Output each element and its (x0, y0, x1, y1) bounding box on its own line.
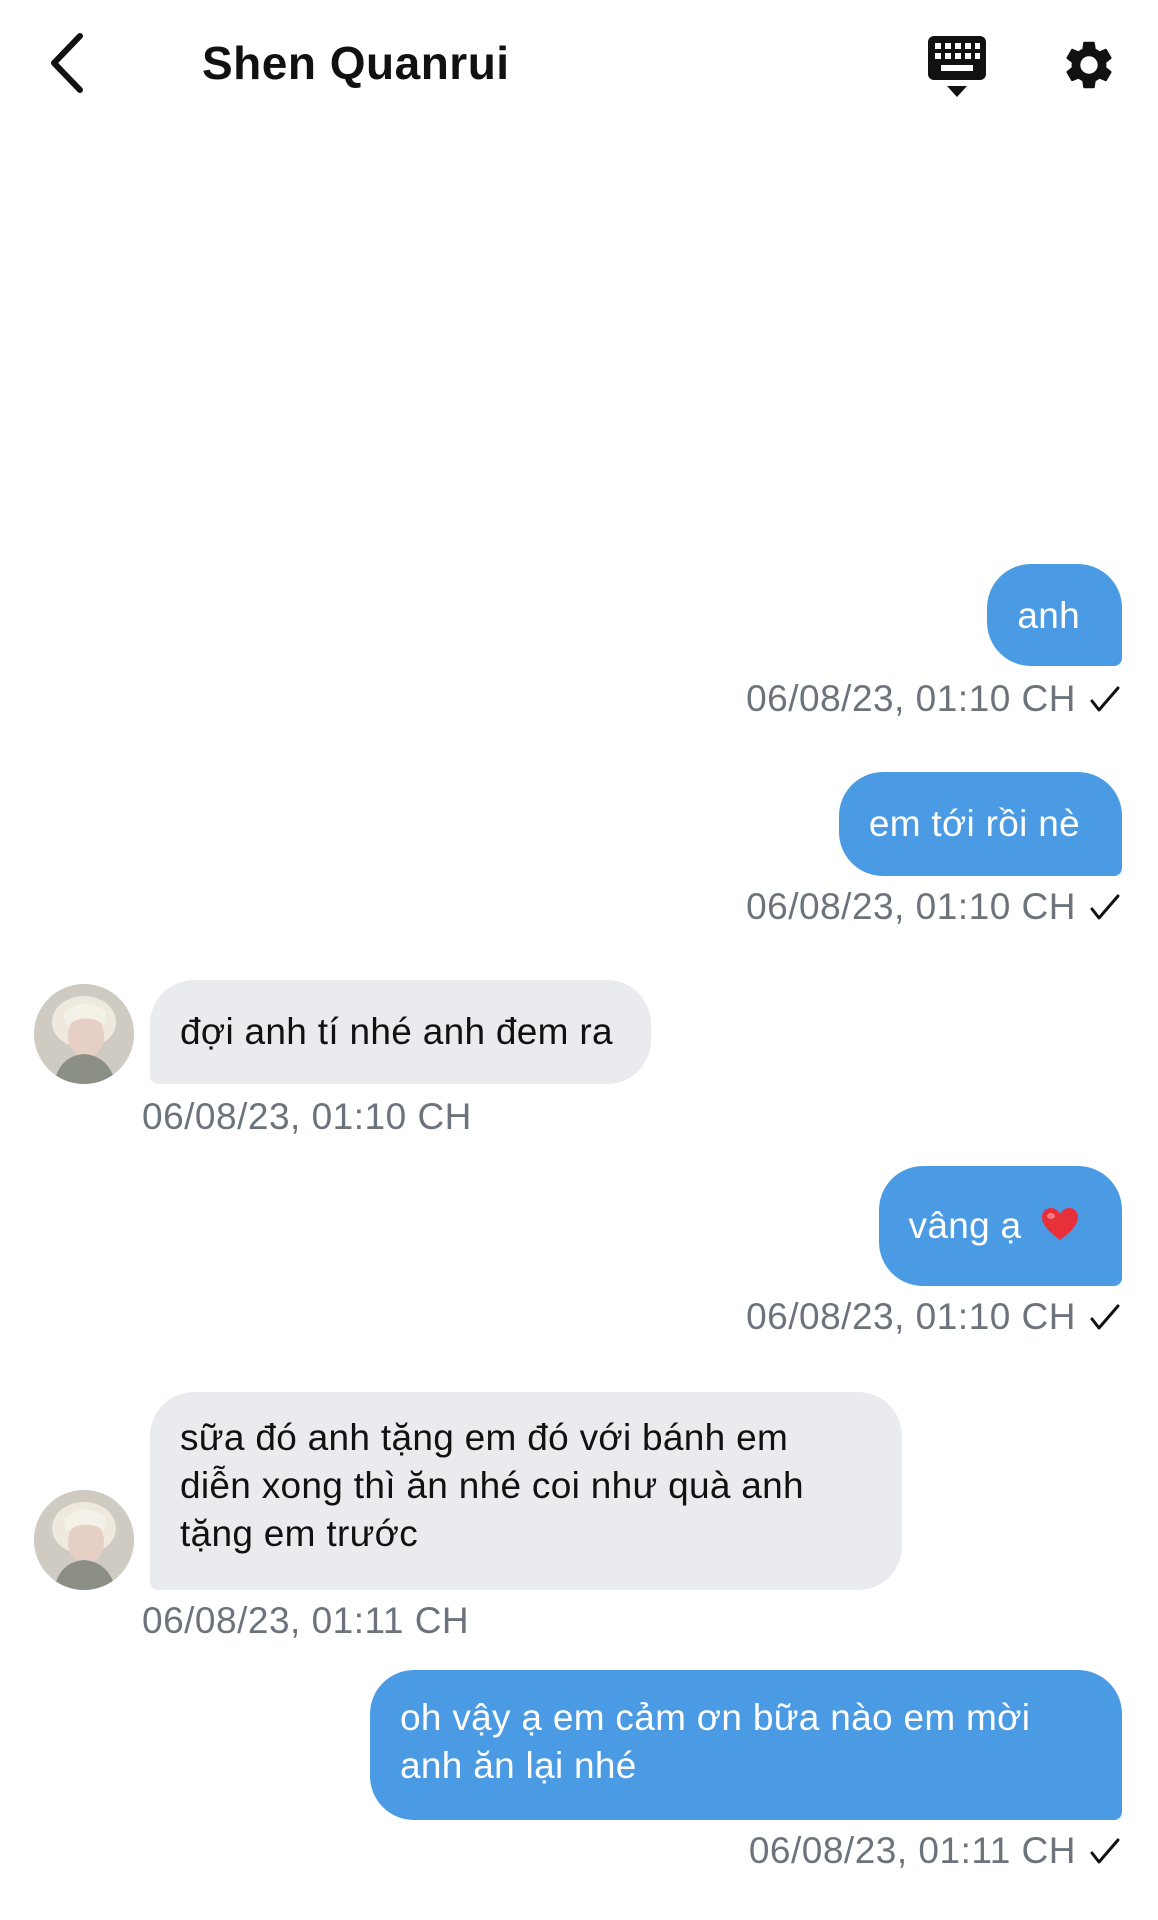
message-timestamp: 06/08/23, 01:10 CH (746, 678, 1122, 720)
checkmark-icon (1090, 894, 1120, 920)
message-timestamp: 06/08/23, 01:11 CH (142, 1600, 469, 1642)
message-text: vâng ạ (908, 1205, 1022, 1246)
settings-button[interactable] (1058, 34, 1120, 96)
message-text: em tới rồi nè (868, 803, 1080, 844)
message-bubble-outgoing[interactable]: anh (987, 564, 1122, 666)
message-bubble-outgoing[interactable]: oh vậy ạ em cảm ơn bữa nào em mời anh ăn… (370, 1670, 1122, 1820)
message-text: anh (1017, 595, 1080, 636)
checkmark-icon (1090, 1838, 1120, 1864)
message-bubble-outgoing[interactable]: vâng ạ (878, 1166, 1122, 1286)
message-text: sữa đó anh tặng em đó với bánh em diễn x… (180, 1417, 804, 1554)
message-text: đợi anh tí nhé anh đem ra (180, 1011, 613, 1052)
avatar-image (34, 984, 134, 1084)
message-timestamp: 06/08/23, 01:10 CH (746, 886, 1122, 928)
message-timestamp: 06/08/23, 01:10 CH (746, 1296, 1122, 1338)
message-bubble-outgoing[interactable]: em tới rồi nè (838, 772, 1122, 876)
timestamp-text: 06/08/23, 01:10 CH (142, 1096, 472, 1137)
checkmark-icon (1090, 1304, 1120, 1330)
timestamp-text: 06/08/23, 01:10 CH (746, 678, 1076, 719)
conversation-title: Shen Quanrui (202, 37, 510, 89)
message-bubble-incoming[interactable]: đợi anh tí nhé anh đem ra (150, 980, 651, 1084)
timestamp-text: 06/08/23, 01:10 CH (746, 886, 1076, 927)
heart-icon (1042, 1208, 1078, 1240)
message-text: oh vậy ạ em cảm ơn bữa nào em mời anh ăn… (400, 1697, 1031, 1786)
message-timestamp: 06/08/23, 01:11 CH (749, 1830, 1122, 1872)
gear-icon (1066, 41, 1112, 89)
timestamp-text: 06/08/23, 01:10 CH (746, 1296, 1076, 1337)
message-timestamp: 06/08/23, 01:10 CH (142, 1096, 472, 1138)
keyboard-icon (928, 36, 986, 97)
avatar-image (34, 1490, 134, 1590)
timestamp-text: 06/08/23, 01:11 CH (142, 1600, 470, 1641)
chevron-left-icon (51, 33, 83, 93)
back-button[interactable] (36, 28, 96, 98)
avatar[interactable] (34, 984, 134, 1084)
keyboard-toggle-button[interactable] (924, 32, 990, 102)
avatar[interactable] (34, 1490, 134, 1590)
chat-header: Shen Quanrui (0, 0, 1158, 130)
timestamp-text: 06/08/23, 01:11 CH (748, 1830, 1076, 1871)
checkmark-icon (1090, 686, 1120, 712)
message-bubble-incoming[interactable]: sữa đó anh tặng em đó với bánh em diễn x… (150, 1392, 902, 1590)
